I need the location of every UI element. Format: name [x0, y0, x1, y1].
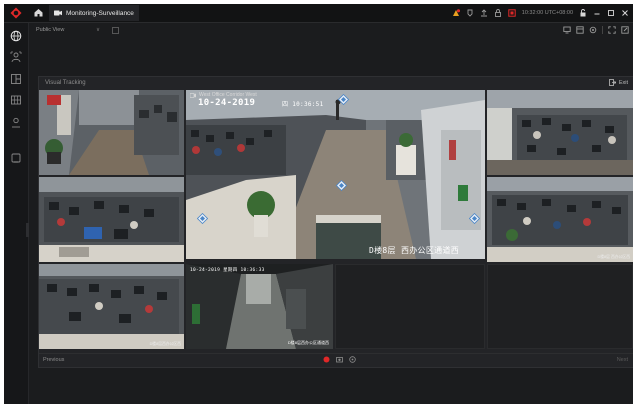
minimize-icon[interactable]	[593, 9, 601, 17]
screen-icon[interactable]	[508, 9, 516, 17]
tab-label: Monitoring-Surveillance	[66, 9, 134, 17]
exit-label: Exit	[618, 79, 628, 86]
playback-controls	[323, 356, 356, 363]
title-bar-actions: 10:32:00 UTC+08:00	[452, 4, 629, 22]
camera-feed-left-top[interactable]	[39, 90, 184, 175]
arrow-right-icon[interactable]	[469, 213, 480, 224]
target-icon[interactable]	[349, 356, 356, 363]
camera-feed-right-middle[interactable]: D楼8层 西办公区西	[487, 177, 633, 262]
osd-timestamp: 10-24-2019 星期四 10:36:33	[190, 268, 265, 273]
system-time: 10:32:00 UTC+08:00	[521, 10, 573, 16]
camera-grid: West Office Corridor West 10-24-2019 四 1…	[39, 90, 633, 355]
sidebar-collapse-handle[interactable]	[26, 223, 29, 237]
panel-header: Visual Tracking Exit	[39, 77, 633, 89]
close-icon[interactable]	[621, 9, 629, 17]
monitor-icon[interactable]	[563, 26, 571, 34]
window-icon[interactable]	[576, 26, 584, 34]
logo-icon	[10, 7, 22, 19]
empty-camera-slot[interactable]	[335, 264, 485, 349]
layout-icon[interactable]	[10, 73, 22, 85]
arrow-center-icon[interactable]	[336, 180, 347, 191]
search-icon[interactable]	[10, 152, 22, 164]
camera-caption: D楼8层西办公区西	[149, 342, 181, 346]
alarm-icon[interactable]	[452, 9, 460, 17]
exit-button[interactable]: Exit	[608, 79, 628, 86]
camera-feed-right-top[interactable]	[487, 90, 633, 175]
add-view-icon[interactable]	[112, 27, 119, 34]
globe-icon[interactable]	[10, 30, 22, 42]
upload-icon[interactable]	[480, 9, 488, 17]
panel-footer: Previous Next	[39, 353, 633, 367]
title-bar: Monitoring-Surveillance 10:32:00 UTC+08:…	[4, 4, 633, 23]
camera-feed-left-bottom[interactable]: D楼8层西办公区西	[39, 264, 184, 349]
chevron-down-icon[interactable]: ∨	[96, 27, 100, 33]
camera-caption: D楼8层西办公区通道西	[287, 340, 329, 345]
sidebar	[4, 23, 29, 404]
video-frame	[487, 177, 633, 262]
tab-monitoring-surveillance[interactable]: Monitoring-Surveillance	[49, 5, 139, 21]
video-frame	[186, 264, 333, 349]
toolbar-divider	[602, 26, 603, 34]
user-circle-icon[interactable]	[10, 116, 22, 128]
fullscreen-icon[interactable]	[608, 26, 616, 34]
maximize-icon[interactable]	[607, 9, 615, 17]
next-button[interactable]: Next	[617, 357, 628, 363]
notification-icon[interactable]	[466, 9, 474, 17]
view-toolbar: Public View ∨	[29, 23, 633, 39]
camera-feed-bottom-middle[interactable]: 10-24-2019 星期四 10:36:33 D楼8层西办公区通道西	[186, 264, 333, 349]
arrow-up-icon[interactable]	[338, 94, 349, 105]
camera-caption: D楼8层 西办公区通道西	[369, 246, 460, 255]
previous-button[interactable]: Previous	[43, 357, 64, 363]
lock-icon[interactable]	[494, 9, 502, 17]
video-frame	[39, 177, 184, 262]
panel-title: Visual Tracking	[45, 80, 86, 86]
view-selector[interactable]: Public View	[36, 27, 64, 33]
video-frame	[39, 264, 184, 349]
exit-icon	[608, 79, 616, 86]
grid-icon[interactable]	[10, 94, 22, 106]
capture-icon[interactable]	[336, 356, 343, 363]
settings-icon[interactable]	[589, 26, 597, 34]
empty-camera-slot[interactable]	[487, 264, 633, 349]
camera-feed-left-middle[interactable]	[39, 177, 184, 262]
popout-icon[interactable]	[621, 26, 629, 34]
camera-caption: D楼8层 西办公区西	[597, 255, 631, 259]
video-frame	[39, 90, 184, 175]
person-icon[interactable]	[10, 51, 22, 63]
osd-time: 四 10:36:51	[282, 101, 324, 108]
camera-icon	[190, 92, 196, 98]
camera-tab-icon	[54, 10, 62, 16]
arrow-left-icon[interactable]	[197, 213, 208, 224]
record-icon[interactable]	[323, 356, 330, 363]
user-icon[interactable]	[579, 9, 587, 17]
visual-tracking-panel: Visual Tracking Exit West Office Corrido…	[38, 76, 633, 368]
osd-date: 10-24-2019	[198, 98, 256, 108]
home-icon[interactable]	[33, 7, 44, 18]
video-frame	[487, 90, 633, 175]
camera-feed-main[interactable]: West Office Corridor West 10-24-2019 四 1…	[186, 90, 485, 259]
app-window: Monitoring-Surveillance 10:32:00 UTC+08:…	[4, 4, 633, 404]
video-frame	[186, 90, 485, 259]
toolbar-right-icons	[563, 26, 629, 34]
